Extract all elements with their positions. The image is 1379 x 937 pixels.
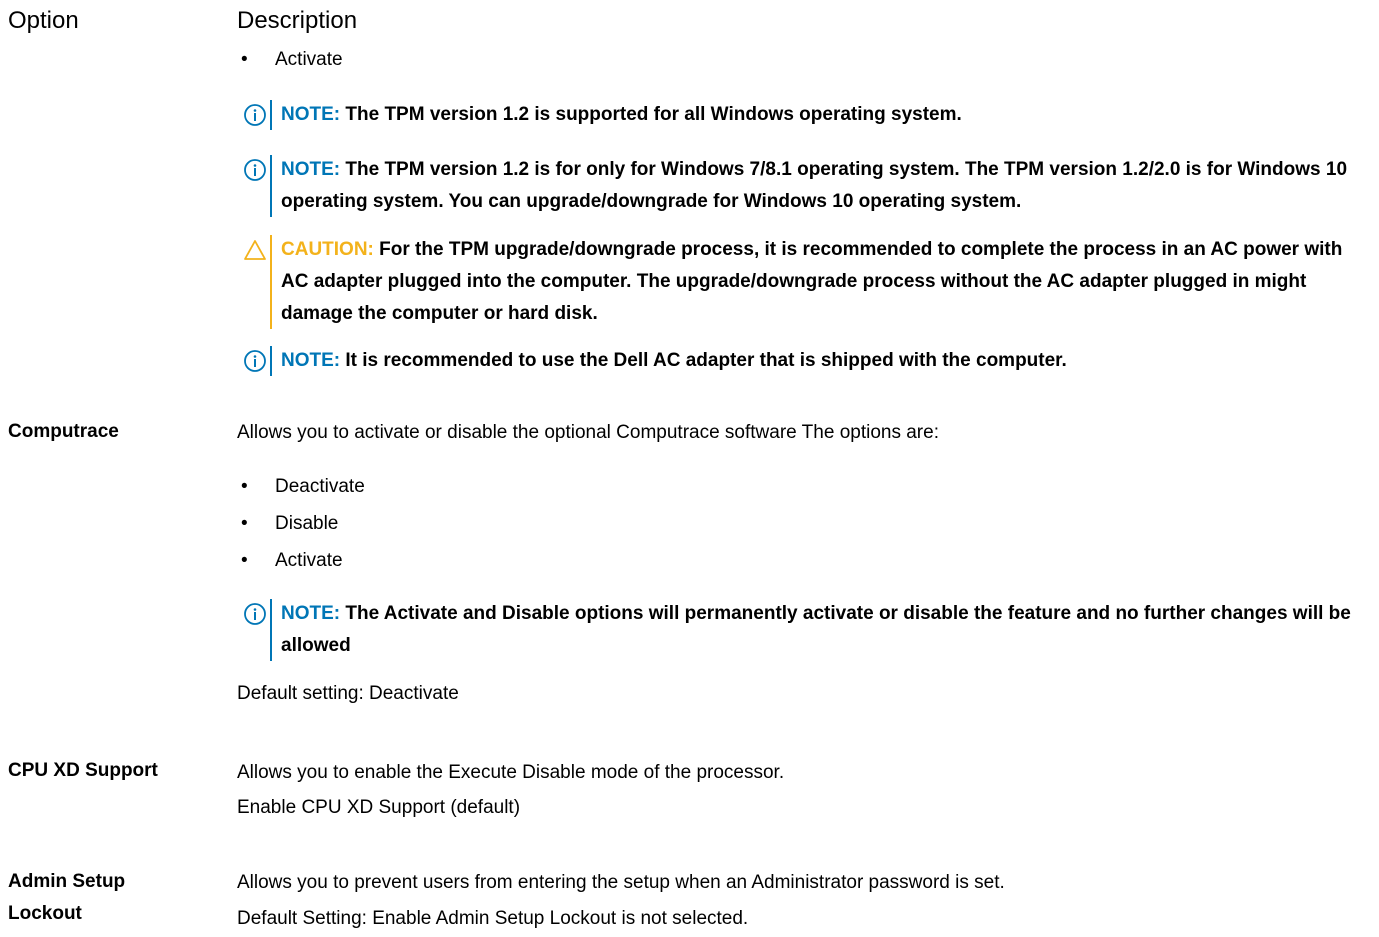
note-label: NOTE:: [281, 350, 341, 371]
computrace-option-disable: Disable: [275, 513, 339, 534]
tpm-note-2: NOTE: The TPM version 1.2 is for only fo…: [243, 154, 1367, 218]
note-bar: [270, 599, 272, 661]
info-circle-icon: [244, 159, 266, 181]
note-bar: [270, 100, 272, 130]
info-circle-icon: [244, 104, 266, 126]
bullet-dot: •: [241, 49, 248, 70]
bullet-dot: •: [241, 476, 248, 497]
info-circle-icon: [244, 350, 266, 372]
cpu-xd-description: Allows you to enable the Execute Disable…: [237, 762, 785, 783]
note-bar: [270, 155, 272, 217]
computrace-default: Default setting: Deactivate: [237, 683, 459, 704]
caution-bar: [270, 235, 272, 329]
option-computrace: Computrace: [8, 421, 119, 442]
note-label: NOTE:: [281, 104, 341, 125]
column-header-option: Option: [8, 7, 79, 34]
note-text: The TPM version 1.2 is supported for all…: [345, 104, 962, 125]
info-circle-icon: [244, 603, 266, 625]
computrace-option-activate: Activate: [275, 550, 343, 571]
option-admin-setup-lockout: Admin Setup Lockout: [8, 866, 125, 930]
note-text: It is recommended to use the Dell AC ada…: [345, 350, 1067, 371]
admin-lockout-description: Allows you to prevent users from enterin…: [237, 872, 1005, 893]
option-admin-setup-lockout-line2: Lockout: [8, 903, 82, 924]
note-label: NOTE:: [281, 603, 341, 624]
bullet-dot: •: [241, 550, 248, 571]
option-cpu-xd-support: CPU XD Support: [8, 760, 158, 781]
computrace-note: NOTE: The Activate and Disable options w…: [243, 598, 1367, 662]
caution-label: CAUTION:: [281, 239, 374, 260]
note-label: NOTE:: [281, 159, 341, 180]
admin-lockout-default: Default Setting: Enable Admin Setup Lock…: [237, 908, 749, 929]
tpm-caution: CAUTION: For the TPM upgrade/downgrade p…: [243, 234, 1367, 330]
warning-triangle-icon: [244, 240, 266, 260]
computrace-option-deactivate: Deactivate: [275, 476, 365, 497]
option-admin-setup-lockout-line1: Admin Setup: [8, 871, 126, 892]
tpm-option-activate: Activate: [275, 49, 343, 70]
note-text: The Activate and Disable options will pe…: [281, 603, 1351, 656]
tpm-note-3: NOTE: It is recommended to use the Dell …: [243, 345, 1367, 377]
note-text: The TPM version 1.2 is for only for Wind…: [281, 159, 1348, 212]
computrace-description: Allows you to activate or disable the op…: [237, 422, 939, 443]
tpm-note-1: NOTE: The TPM version 1.2 is supported f…: [243, 99, 1367, 131]
caution-text: For the TPM upgrade/downgrade process, i…: [281, 239, 1343, 324]
note-bar: [270, 346, 272, 376]
cpu-xd-default: Enable CPU XD Support (default): [237, 797, 521, 818]
bullet-dot: •: [241, 513, 248, 534]
column-header-description: Description: [237, 7, 358, 34]
